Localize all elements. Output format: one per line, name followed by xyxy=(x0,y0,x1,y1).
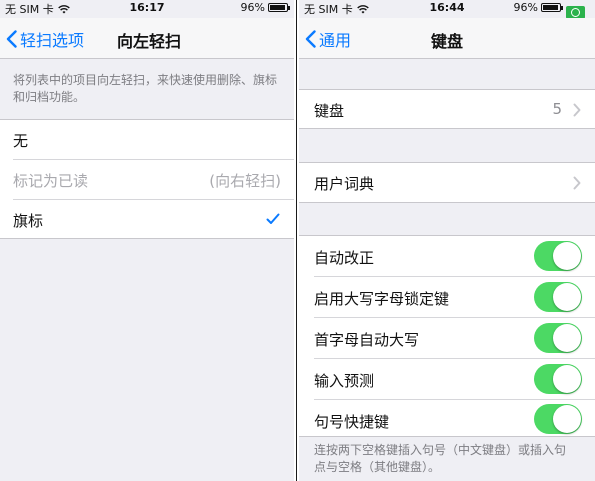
period-shortcut-row: 句号快捷键 xyxy=(299,400,595,438)
keyboard-settings-screen: 无 SIM 卡 16:44 96% 通用 键盘 键盘 5 用户词典 自动改正 启… xyxy=(299,0,595,481)
page-title: 键盘 xyxy=(430,32,463,51)
battery-indicator: 96% xyxy=(241,1,290,14)
toggle-label: 句号快捷键 xyxy=(314,413,390,431)
navigation-bar: 轻扫选项 向左轻扫 xyxy=(0,18,294,59)
option-label: 旗标 xyxy=(13,212,44,230)
toggle-label: 首字母自动大写 xyxy=(314,331,420,349)
toggle-label: 启用大写字母锁定键 xyxy=(314,290,450,308)
option-detail: (向右轻扫) xyxy=(209,172,281,190)
keyboards-label: 键盘 xyxy=(314,102,345,120)
status-bar: 无 SIM 卡 16:17 96% xyxy=(0,0,294,16)
chevron-right-icon xyxy=(573,103,581,117)
toggle-settings-group: 自动改正 启用大写字母锁定键 首字母自动大写 输入预测 句号快捷键 xyxy=(299,235,595,437)
auto-correction-toggle[interactable] xyxy=(534,241,582,271)
user-dictionary-row[interactable]: 用户词典 xyxy=(299,162,595,203)
auto-correction-row: 自动改正 xyxy=(299,236,595,276)
option-mark-as-read: 标记为已读 (向右轻扫) xyxy=(0,160,294,200)
caps-lock-row: 启用大写字母锁定键 xyxy=(299,277,595,317)
section-description: 将列表中的项目向左轻扫，来快速使用删除、旗标和归档功能。 xyxy=(13,73,278,104)
option-none[interactable]: 无 xyxy=(0,120,294,160)
checkmark-icon xyxy=(266,213,280,224)
keyboards-count: 5 xyxy=(552,100,562,118)
battery-indicator: 96% xyxy=(514,1,563,14)
status-bar: 无 SIM 卡 16:44 96% xyxy=(299,0,595,19)
auto-capitalization-row: 首字母自动大写 xyxy=(299,318,595,358)
option-flag[interactable]: 旗标 xyxy=(0,200,294,239)
chevron-left-icon xyxy=(6,30,17,48)
back-label: 轻扫选项 xyxy=(20,31,85,50)
toggle-label: 自动改正 xyxy=(314,249,375,267)
period-shortcut-toggle[interactable] xyxy=(534,404,582,434)
navigation-bar: 通用 键盘 xyxy=(299,18,595,59)
chevron-right-icon xyxy=(573,176,581,190)
auto-capitalization-toggle[interactable] xyxy=(534,323,582,353)
period-shortcut-footer: 连按两下空格键插入句号（中文键盘）或插入句点与空格（其他键盘）。 xyxy=(314,443,567,474)
option-label: 无 xyxy=(13,132,29,150)
predictive-row: 输入预测 xyxy=(299,359,595,399)
keyboards-row[interactable]: 键盘 5 xyxy=(299,89,595,129)
option-label: 标记为已读 xyxy=(13,172,89,190)
toggle-label: 输入预测 xyxy=(314,372,375,390)
predictive-toggle[interactable] xyxy=(534,364,582,394)
swipe-left-screen: 无 SIM 卡 16:17 96% 轻扫选项 向左轻扫 将列表中的项目向左轻扫，… xyxy=(0,0,294,481)
caps-lock-toggle[interactable] xyxy=(534,282,582,312)
user-dictionary-label: 用户词典 xyxy=(314,175,375,193)
swipe-options-group: 无 标记为已读 (向右轻扫) 旗标 xyxy=(0,119,294,239)
page-title: 向左轻扫 xyxy=(117,32,182,51)
back-button[interactable]: 轻扫选项 xyxy=(6,27,84,51)
battery-icon xyxy=(541,3,563,12)
battery-icon xyxy=(268,3,290,12)
